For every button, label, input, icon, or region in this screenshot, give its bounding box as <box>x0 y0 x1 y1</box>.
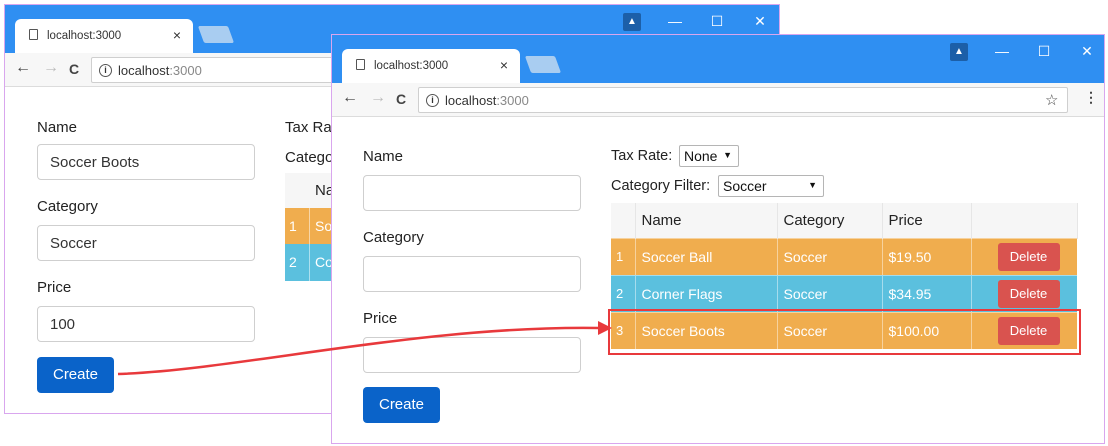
annotation-arrow <box>117 321 612 376</box>
arrow-head <box>598 321 612 335</box>
arrow-line <box>117 326 601 376</box>
